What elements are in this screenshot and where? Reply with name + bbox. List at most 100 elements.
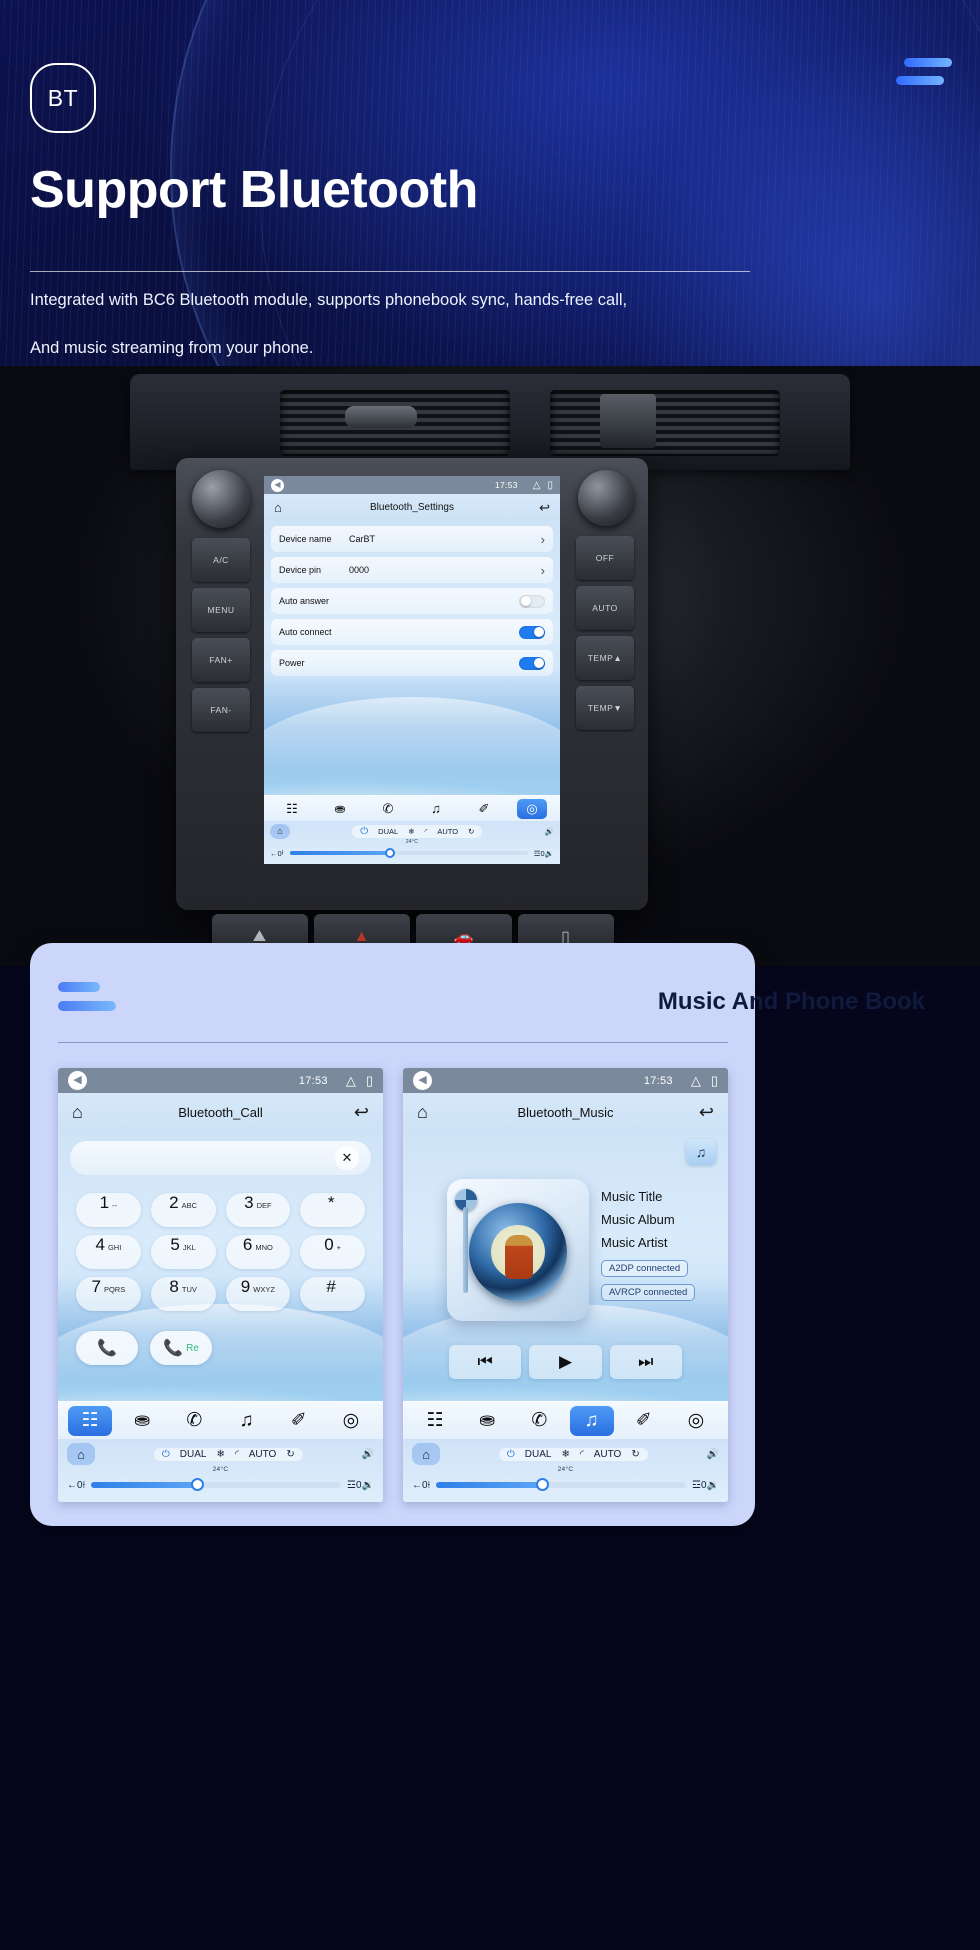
seat-icon[interactable]: ⍿ [282,848,284,858]
hardware-button[interactable]: TEMP▲ [576,636,634,680]
contact-icon[interactable]: ⛂ [465,1406,509,1436]
seat-icon[interactable]: ⍿ [83,1480,86,1491]
dial-key[interactable]: # [300,1277,365,1311]
hardware-button[interactable]: TEMP▼ [576,686,634,730]
apps-grid-icon[interactable]: ☷ [277,799,307,819]
dial-key[interactable]: 4 GHI [76,1235,141,1269]
recents-icon[interactable]: ▯ [711,1073,718,1089]
settings-row[interactable]: Auto connect [271,619,553,645]
redial-button[interactable]: 📞 Re [150,1331,212,1365]
dual-label[interactable]: DUAL [378,827,398,836]
recirculate-icon[interactable]: ↻ [631,1449,639,1460]
fan-speed-slider[interactable] [91,1478,342,1491]
seat-heat-icon[interactable]: ☲ [534,849,541,858]
dial-key[interactable]: 8 TUV [150,1277,216,1311]
settings-row[interactable]: Device name CarBT › [271,526,553,552]
volume-down-icon[interactable]: 🔉 [545,849,554,858]
toggle-switch[interactable] [519,594,545,608]
apps-grid-icon[interactable]: ☷ [413,1406,457,1436]
settings-row[interactable]: Device pin 0000 › [271,557,553,583]
volume-knob[interactable] [192,470,250,528]
auto-label[interactable]: AUTO [437,827,458,836]
clear-x-icon[interactable]: ✕ [335,1146,359,1170]
prev-track-icon[interactable]: ⏮ [449,1345,522,1379]
back-arrow-icon[interactable]: ← [412,1480,422,1491]
link-icon[interactable]: ✐ [469,799,499,819]
home-icon[interactable]: ⌂ [412,1443,440,1465]
auto-label[interactable]: AUTO [249,1449,277,1460]
next-track-icon[interactable]: ⏭ [609,1345,682,1379]
seat-icon[interactable]: ⍿ [428,1480,431,1491]
windshield-defrost-icon[interactable]: ◜ [580,1449,584,1460]
settings-row[interactable]: Power [271,650,553,676]
music-note-icon[interactable]: ♫ [421,799,451,819]
hardware-button[interactable]: MENU [192,588,250,632]
dial-key[interactable]: 9 WXYZ [225,1277,291,1311]
hardware-button[interactable]: A/C [192,538,250,582]
phone-icon[interactable]: ✆ [172,1406,216,1436]
windshield-defrost-icon[interactable]: ◜ [235,1449,239,1460]
settings-gear-icon[interactable]: ◎ [674,1406,718,1436]
dial-key[interactable]: * [300,1193,365,1227]
recents-icon[interactable]: ▯ [547,480,553,491]
volume-down-icon[interactable]: 🔉 [362,1480,374,1491]
slider-knob[interactable] [384,848,395,858]
link-icon[interactable]: ✐ [277,1406,321,1436]
back-triangle-icon[interactable]: ◀ [68,1071,87,1090]
contact-icon[interactable]: ⛂ [120,1406,164,1436]
music-note-icon[interactable]: ♫ [569,1405,614,1436]
dial-button[interactable]: 📞 [76,1331,138,1365]
hardware-button[interactable]: FAN+ [192,638,250,682]
dial-key[interactable]: 1 -- [76,1193,141,1227]
recirculate-icon[interactable]: ↻ [468,827,474,836]
chevron-up-icon[interactable]: △ [533,480,541,491]
dial-key[interactable]: 7 PQRS [76,1277,141,1311]
fan-speed-slider[interactable] [436,1478,687,1491]
toggle-switch[interactable] [519,656,545,670]
settings-gear-icon[interactable]: ◎ [329,1406,373,1436]
hardware-button[interactable]: AUTO [576,586,634,630]
return-arrow-icon[interactable]: ↩ [699,1102,714,1123]
settings-row[interactable]: Auto answer [271,588,553,614]
chevron-up-icon[interactable]: △ [691,1073,701,1089]
settings-gear-icon[interactable]: ◎ [517,798,547,819]
home-icon[interactable]: ⌂ [67,1443,95,1465]
play-icon[interactable]: ▶ [529,1345,602,1379]
phone-icon[interactable]: ✆ [373,799,403,819]
contact-icon[interactable]: ⛂ [325,799,355,819]
dial-key[interactable]: 0 + [300,1235,365,1269]
back-arrow-icon[interactable]: ← [67,1480,77,1491]
phone-icon[interactable]: ✆ [517,1406,561,1436]
music-note-icon[interactable]: ♫ [225,1406,269,1436]
fan-speed-slider[interactable] [289,848,528,858]
dial-number-input[interactable]: ✕ [70,1141,371,1175]
slider-knob[interactable] [191,1478,205,1491]
volume-up-icon[interactable]: 🔊 [707,1449,719,1460]
dial-key[interactable]: 5 JKL [150,1235,216,1269]
return-arrow-icon[interactable]: ↩ [354,1102,369,1123]
back-triangle-icon[interactable]: ◀ [271,478,284,492]
toggle-switch[interactable] [519,625,545,639]
chevron-right-icon[interactable]: › [541,532,545,547]
return-arrow-icon[interactable]: ↩ [539,500,550,516]
home-icon[interactable]: ⌂ [270,823,290,839]
dual-label[interactable]: DUAL [180,1449,207,1460]
dial-key[interactable]: 2 ABC [150,1193,216,1227]
snowflake-icon[interactable]: ❄ [216,1449,224,1460]
recirculate-icon[interactable]: ↻ [286,1449,294,1460]
volume-up-icon[interactable]: 🔊 [545,827,554,836]
music-note-icon[interactable]: ♫ [686,1139,716,1165]
chevron-up-icon[interactable]: △ [346,1073,356,1089]
seat-heat-icon[interactable]: ☲ [692,1480,701,1491]
hardware-button[interactable]: FAN- [192,688,250,732]
chevron-right-icon[interactable]: › [541,563,545,578]
seat-heat-icon[interactable]: ☲ [347,1480,356,1491]
hardware-button[interactable]: OFF [576,536,634,580]
snowflake-icon[interactable]: ❄ [561,1449,569,1460]
auto-label[interactable]: AUTO [594,1449,622,1460]
link-icon[interactable]: ✐ [622,1406,666,1436]
volume-down-icon[interactable]: 🔉 [707,1480,719,1491]
slider-knob[interactable] [536,1478,550,1491]
power-icon[interactable]: ⏻ [162,1449,170,1460]
back-triangle-icon[interactable]: ◀ [413,1071,432,1090]
